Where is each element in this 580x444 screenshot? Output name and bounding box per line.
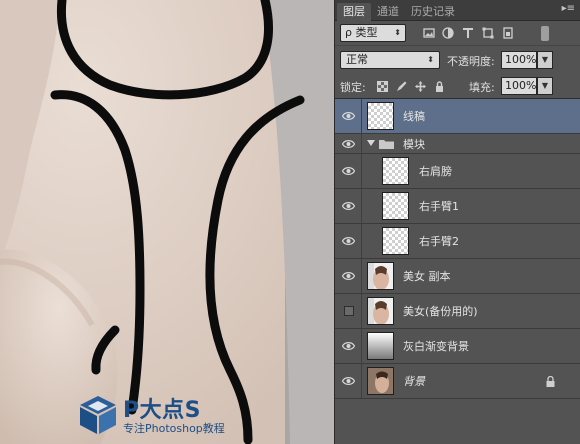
group-name[interactable]: 模块 [403,134,425,153]
layer-row-right-shoulder[interactable]: 右肩膀 [335,154,580,189]
layer-filter-row: ρ 类型 ⬍ [335,21,580,45]
filter-kind-select[interactable]: ρ 类型 ⬍ [340,24,406,42]
layer-thumbnail [367,102,394,130]
background-thumbnail-image [368,368,393,394]
layer-row-line-art[interactable]: 线稿 [335,99,580,134]
panel-menu-icon[interactable]: ▸≡ [562,3,575,14]
layer-list: 线稿 模块 右肩膀 右手臂1 右手臂2 美女 副本 美女(备份用的) 灰白渐变背… [335,99,580,399]
opacity-label: 不透明度: [447,55,495,68]
lock-label: 锁定: [340,81,366,94]
layer-row-right-arm-1[interactable]: 右手臂1 [335,189,580,224]
layer-row-right-arm-2[interactable]: 右手臂2 [335,224,580,259]
lock-row: 锁定: 填充: 100% ▼ [335,73,580,99]
layer-row-gradient-background[interactable]: 灰白渐变背景 [335,329,580,364]
text-filter-icon[interactable] [462,27,474,39]
layer-group-modules[interactable]: 模块 [335,134,580,154]
layer-name[interactable]: 右手臂2 [419,224,459,258]
chevron-updown-icon: ⬍ [427,55,434,64]
tab-history[interactable]: 历史记录 [405,3,461,21]
layer-thumbnail [382,192,409,220]
layer-thumbnail [367,367,394,395]
watermark: P大点S 专注Photoshop教程 [78,390,268,440]
layer-name[interactable]: 右肩膀 [419,154,452,188]
lock-position-icon[interactable] [415,81,426,92]
lock-all-icon[interactable] [434,81,445,92]
smart-object-filter-icon[interactable] [502,27,514,39]
blend-mode-value: 正常 [346,53,368,66]
portrait-thumbnail-image [368,298,393,324]
blend-row: 正常 ⬍ 不透明度: 100% ▼ [335,45,580,73]
document-canvas[interactable]: P大点S 专注Photoshop教程 [0,0,334,444]
blend-mode-select[interactable]: 正常 ⬍ [340,51,440,69]
lock-transparent-pixels-icon[interactable] [377,81,388,92]
visibility-toggle[interactable] [335,364,362,398]
eye-icon [342,272,355,280]
opacity-input[interactable]: 100% [501,51,537,69]
disclosure-triangle-icon[interactable] [367,140,375,146]
fill-input[interactable]: 100% [501,77,537,95]
layer-thumbnail [382,157,409,185]
hidden-visibility-box [344,306,354,316]
eye-icon [342,112,355,120]
eye-icon [342,167,355,175]
visibility-toggle[interactable] [335,259,362,293]
layer-row-beauty-copy[interactable]: 美女 副本 [335,259,580,294]
fill-dropdown-button[interactable]: ▼ [537,77,553,95]
portrait-thumbnail-image [368,263,393,289]
folder-icon [379,140,394,149]
layer-name[interactable]: 背景 [403,364,425,398]
layer-thumbnail [382,227,409,255]
visibility-toggle[interactable] [335,134,362,153]
visibility-toggle[interactable] [335,224,362,258]
layer-thumbnail [367,262,394,290]
layer-name[interactable]: 线稿 [403,99,425,133]
eye-icon [342,377,355,385]
tab-channels[interactable]: 通道 [371,3,405,21]
layer-row-background[interactable]: 背景 [335,364,580,399]
layer-name[interactable]: 右手臂1 [419,189,459,223]
panel-tab-bar: 图层 通道 历史记录 ▸≡ [335,0,580,21]
filter-toggle[interactable] [541,26,549,41]
layer-thumbnail [367,297,394,325]
tab-layers[interactable]: 图层 [337,3,371,21]
visibility-toggle[interactable] [335,329,362,363]
layer-name[interactable]: 美女 副本 [403,259,451,293]
eye-icon [342,202,355,210]
lock-image-pixels-icon[interactable] [396,81,407,92]
cube-logo-icon [80,396,116,434]
visibility-toggle[interactable] [335,99,362,133]
eye-icon [342,342,355,350]
fill-label: 填充: [469,81,495,94]
filter-kind-label: ρ 类型 [345,26,378,39]
adjustment-filter-icon[interactable] [442,27,454,39]
layers-panel: 图层 通道 历史记录 ▸≡ ρ 类型 ⬍ 正常 ⬍ 不透明度: 100% ▼ 锁… [334,0,580,444]
lock-icon [546,376,555,387]
visibility-toggle[interactable] [335,294,362,328]
watermark-subtitle: 专注Photoshop教程 [123,422,225,435]
opacity-dropdown-button[interactable]: ▼ [537,51,553,69]
shape-filter-icon[interactable] [482,27,494,39]
chevron-updown-icon: ⬍ [394,28,401,37]
eye-icon [342,237,355,245]
layer-thumbnail [367,332,394,360]
layer-name[interactable]: 美女(备份用的) [403,294,478,328]
visibility-toggle[interactable] [335,154,362,188]
visibility-toggle[interactable] [335,189,362,223]
canvas-artwork [0,0,334,444]
layer-row-beauty-backup[interactable]: 美女(备份用的) [335,294,580,329]
layer-name[interactable]: 灰白渐变背景 [403,329,469,363]
image-filter-icon[interactable] [423,27,435,39]
eye-icon [342,139,355,148]
